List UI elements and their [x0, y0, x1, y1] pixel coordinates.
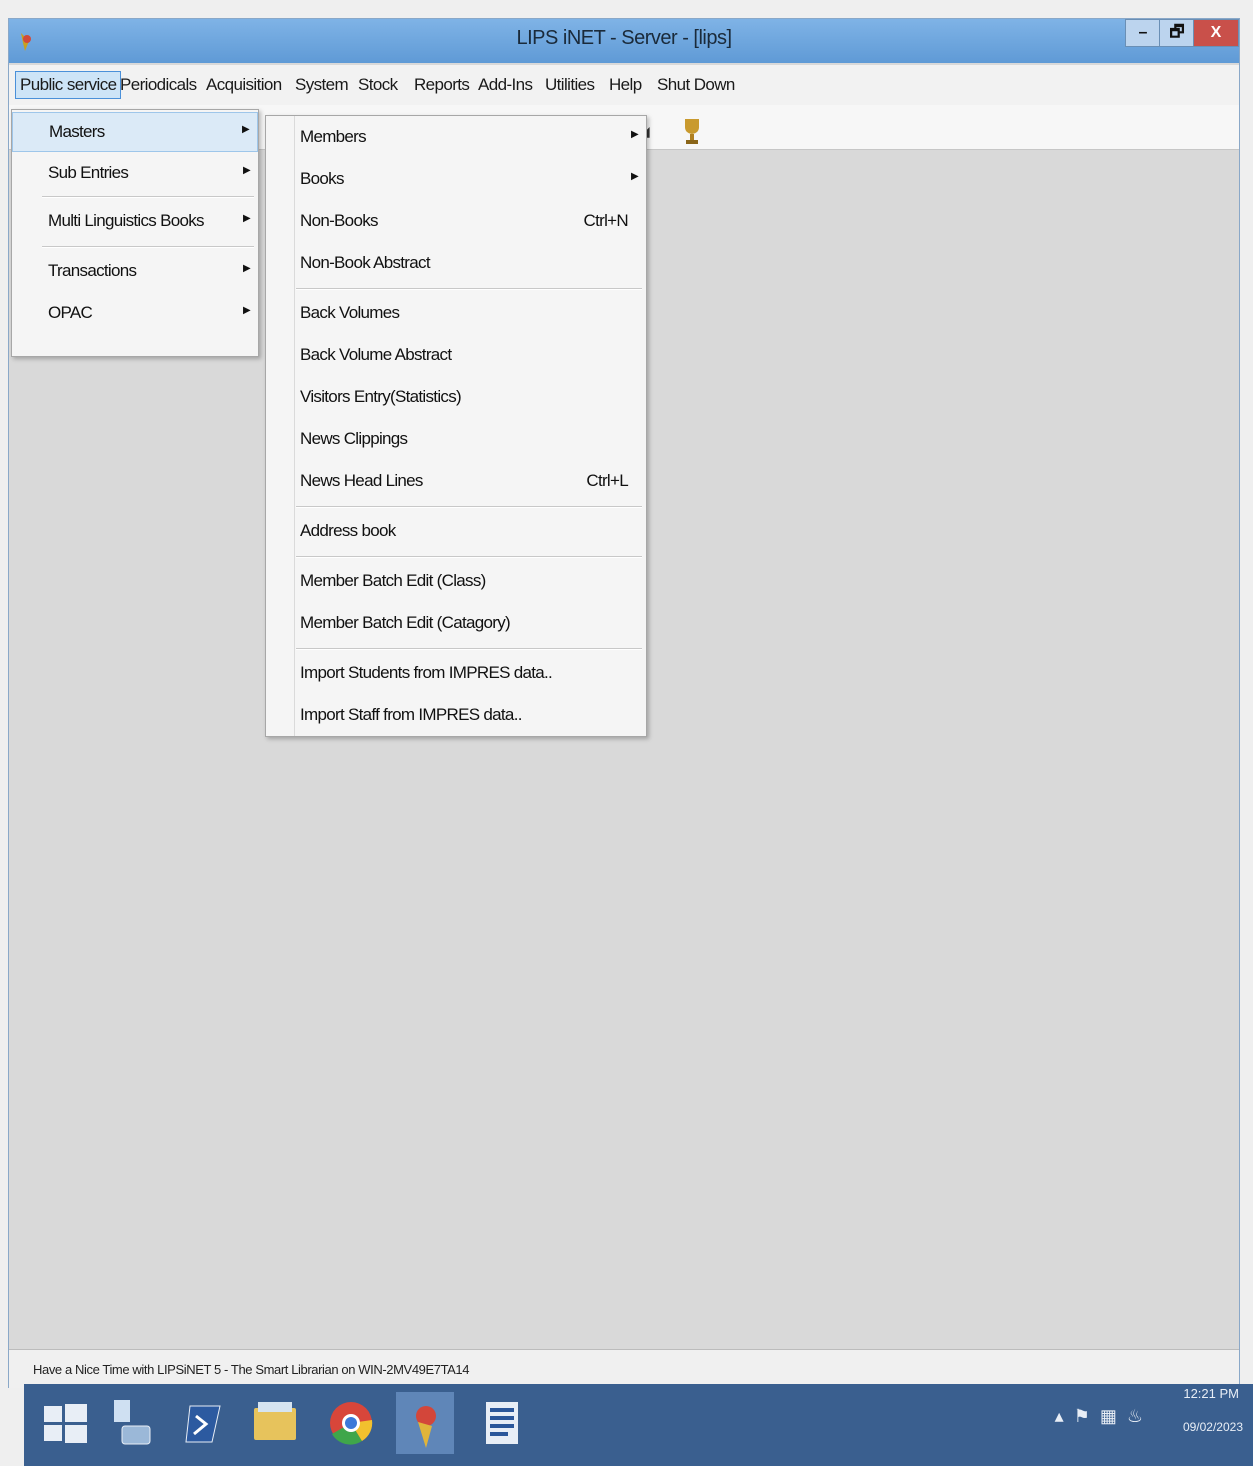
file-explorer-icon[interactable]: [246, 1392, 304, 1454]
menu-separator: [42, 196, 254, 198]
masters-submenu: Members ▶ Books ▶ Non-Books Ctrl+N Non-B…: [265, 115, 647, 737]
status-text: Have a Nice Time with LIPSiNET 5 - The S…: [33, 1362, 470, 1377]
menu-system[interactable]: System: [292, 73, 351, 97]
application-window: LIPS iNET - Server - [lips] – 🗗 X Public…: [8, 18, 1240, 1388]
menu-item-opac[interactable]: OPAC ▶: [12, 294, 258, 332]
menu-item-transactions[interactable]: Transactions ▶: [12, 252, 258, 290]
windows-start-icon[interactable]: [36, 1392, 94, 1454]
menu-separator: [296, 288, 642, 290]
menu-shut-down[interactable]: Shut Down: [654, 73, 738, 97]
menu-reports[interactable]: Reports: [411, 73, 472, 97]
menu-periodicals[interactable]: Periodicals: [117, 73, 200, 97]
maximize-button[interactable]: 🗗: [1159, 19, 1195, 47]
menu-separator: [42, 246, 254, 248]
menu-item-import-staff[interactable]: Import Staff from IMPRES data..: [266, 696, 646, 734]
submenu-arrow-icon: ▶: [243, 213, 251, 224]
menu-item-news-clippings[interactable]: News Clippings: [266, 420, 646, 458]
submenu-arrow-icon: ▶: [243, 305, 251, 316]
trophy-icon[interactable]: [681, 117, 703, 147]
title-bar[interactable]: LIPS iNET - Server - [lips] – 🗗 X: [9, 19, 1239, 63]
menu-item-member-batch-edit-category[interactable]: Member Batch Edit (Catagory): [266, 604, 646, 642]
menu-item-visitors-entry[interactable]: Visitors Entry(Statistics): [266, 378, 646, 416]
menu-item-multi-linguistics-books[interactable]: Multi Linguistics Books ▶: [12, 202, 258, 240]
menu-item-sub-entries[interactable]: Sub Entries ▶: [12, 154, 258, 192]
menu-bar: Public service Periodicals Acquisition S…: [9, 65, 1239, 106]
powershell-icon[interactable]: [176, 1392, 234, 1454]
submenu-arrow-icon: ▶: [242, 124, 250, 135]
submenu-arrow-icon: ▶: [631, 171, 639, 182]
menu-item-news-head-lines[interactable]: News Head Lines Ctrl+L: [266, 462, 646, 500]
menu-item-masters[interactable]: Masters ▶: [12, 112, 258, 152]
lips-app-icon[interactable]: [396, 1392, 454, 1454]
clock-time[interactable]: 12:21 PM: [1183, 1386, 1239, 1401]
submenu-arrow-icon: ▶: [243, 263, 251, 274]
word-icon[interactable]: [474, 1392, 532, 1454]
menu-item-non-book-abstract[interactable]: Non-Book Abstract: [266, 244, 646, 282]
menu-separator: [296, 506, 642, 508]
close-button[interactable]: X: [1193, 19, 1239, 47]
menu-separator: [296, 556, 642, 558]
chrome-icon[interactable]: [322, 1392, 380, 1454]
menu-item-import-students[interactable]: Import Students from IMPRES data..: [266, 654, 646, 692]
menu-utilities[interactable]: Utilities: [542, 73, 597, 97]
submenu-arrow-icon: ▶: [631, 129, 639, 140]
shortcut-label: Ctrl+L: [586, 471, 628, 490]
window-title: LIPS iNET - Server - [lips]: [516, 27, 732, 49]
menu-item-back-volumes[interactable]: Back Volumes: [266, 294, 646, 332]
menu-item-address-book[interactable]: Address book: [266, 512, 646, 550]
menu-item-back-volume-abstract[interactable]: Back Volume Abstract: [266, 336, 646, 374]
menu-help[interactable]: Help: [606, 73, 645, 97]
system-tray-icons[interactable]: ▴⚑▦♨: [1055, 1406, 1153, 1427]
menu-public-service[interactable]: Public service: [15, 71, 122, 99]
menu-separator: [296, 648, 642, 650]
file-manager-icon[interactable]: [106, 1392, 164, 1454]
menu-item-members[interactable]: Members ▶: [266, 118, 646, 156]
menu-stock[interactable]: Stock: [355, 73, 401, 97]
menu-item-member-batch-edit-class[interactable]: Member Batch Edit (Class): [266, 562, 646, 600]
menu-add-ins[interactable]: Add-Ins: [475, 73, 535, 97]
submenu-arrow-icon: ▶: [243, 165, 251, 176]
shortcut-label: Ctrl+N: [583, 211, 629, 230]
minimize-button[interactable]: –: [1125, 19, 1161, 47]
taskbar: ▴⚑▦♨ 12:21 PM 09/02/2023: [24, 1384, 1253, 1466]
menu-item-non-books[interactable]: Non-Books Ctrl+N: [266, 202, 646, 240]
menu-acquisition[interactable]: Acquisition: [203, 73, 285, 97]
status-bar: Have a Nice Time with LIPSiNET 5 - The S…: [9, 1349, 1239, 1388]
public-service-dropdown: Masters ▶ Sub Entries ▶ Multi Linguistic…: [11, 109, 259, 357]
menu-item-books[interactable]: Books ▶: [266, 160, 646, 198]
clock-date[interactable]: 09/02/2023: [1183, 1420, 1243, 1434]
